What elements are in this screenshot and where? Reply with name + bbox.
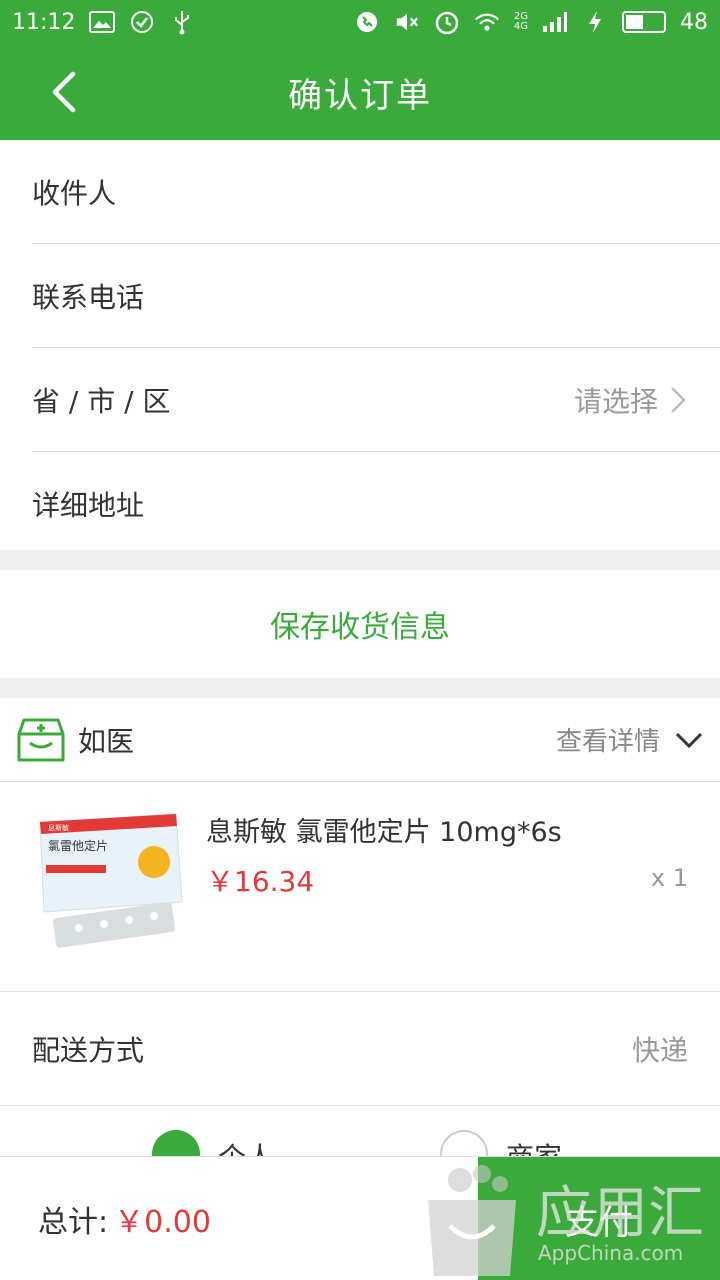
store-header: 如医 查看详情 (0, 698, 720, 782)
save-address-button[interactable]: 保存收货信息 (0, 570, 720, 678)
chevron-down-icon (675, 732, 703, 748)
check-circle-icon (129, 9, 155, 35)
store-icon (17, 718, 65, 761)
chevron-right-icon (671, 386, 686, 413)
mute-icon (394, 9, 420, 35)
status-time: 11:12 (12, 9, 76, 35)
phone-label: 联系电话 (32, 280, 145, 314)
usb-icon (169, 9, 195, 35)
checkout-bar: 总计: ￥0.00 支付 (0, 1156, 720, 1280)
address-label: 详细地址 (32, 489, 145, 522)
svg-text:息斯敏: 息斯敏 (48, 823, 69, 832)
product-image: 息斯敏 氯雷他定片 (39, 813, 183, 948)
battery-level: 48 (680, 9, 708, 35)
recipient-field[interactable]: 收件人 (32, 140, 720, 244)
wifi-icon (474, 9, 500, 35)
address-form: 收件人 联系电话 省 / 市 / 区 请选择 详细地址 (0, 140, 720, 550)
page-title: 确认订单 (288, 75, 432, 116)
delivery-value: 快递 (631, 1033, 688, 1067)
product-price: ￥16.34 (206, 865, 315, 898)
signal-icon (542, 9, 568, 35)
total-amount: ￥0.00 (114, 1204, 211, 1240)
region-selector[interactable]: 省 / 市 / 区 请选择 (32, 348, 720, 452)
charging-icon (582, 9, 608, 35)
recipient-label: 收件人 (32, 176, 117, 210)
title-bar: 确认订单 (0, 44, 720, 140)
store-name: 如医 (78, 724, 135, 758)
delivery-method[interactable]: 配送方式 快递 (0, 992, 720, 1106)
phone-icon (354, 9, 380, 35)
svg-text:氯雷他定片: 氯雷他定片 (48, 838, 108, 853)
back-button[interactable] (38, 66, 90, 118)
phone-field[interactable]: 联系电话 (32, 244, 720, 348)
delivery-label: 配送方式 (32, 1033, 145, 1067)
product-quantity: x 1 (650, 864, 688, 892)
total-label: 总计: (38, 1204, 109, 1240)
product-item[interactable]: 息斯敏 氯雷他定片 息斯敏 氯雷他定片 10mg*6s ￥16.34 x 1 (0, 782, 720, 992)
network-type: 2G 4G (513, 11, 528, 32)
view-details-button[interactable]: 查看详情 (556, 721, 704, 758)
chevron-left-icon (52, 71, 76, 113)
region-label: 省 / 市 / 区 (32, 384, 171, 418)
image-icon (89, 9, 116, 35)
alarm-icon (434, 9, 460, 35)
battery-icon (622, 11, 666, 33)
region-value: 请选择 (574, 380, 688, 420)
pay-button[interactable]: 支付 (478, 1157, 720, 1280)
address-field[interactable]: 详细地址 (32, 452, 720, 556)
product-name: 息斯敏 氯雷他定片 10mg*6s (206, 817, 562, 848)
status-bar: 11:12 2G 4G 48 (0, 0, 720, 44)
